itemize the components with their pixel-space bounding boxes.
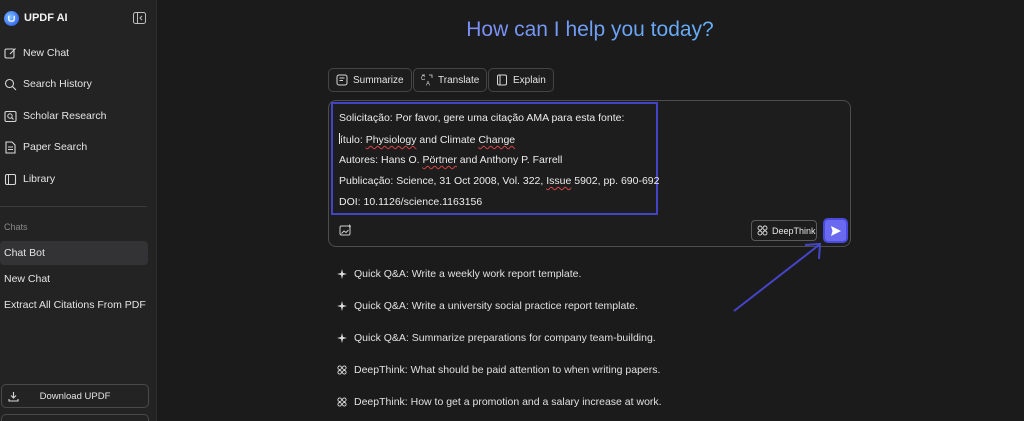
updf-logo-icon — [4, 10, 19, 26]
sidebar: UPDF AI New Chat Search History Scholar … — [0, 0, 157, 421]
sparkle-icon — [337, 301, 347, 311]
nav-label: Search History — [23, 78, 92, 90]
prompt-line-request: Solicitação: Por favor, gere uma citação… — [339, 112, 625, 124]
library-icon — [4, 173, 17, 185]
suggestion-deepthink[interactable]: DeepThink: What should be paid attention… — [337, 361, 660, 379]
scholar-icon — [4, 110, 17, 122]
summarize-icon — [336, 74, 348, 86]
suggestion-quick-qa[interactable]: Quick Q&A: Write a weekly work report te… — [337, 265, 581, 283]
new-chat-icon — [4, 47, 16, 59]
explain-label: Explain — [513, 74, 546, 86]
summarize-button[interactable]: Summarize — [328, 68, 412, 92]
image-upload-icon[interactable] — [339, 224, 352, 237]
deepthink-icon — [337, 397, 347, 407]
explain-button[interactable]: Explain — [488, 68, 554, 92]
suggestion-quick-qa[interactable]: Quick Q&A: Write a university social pra… — [337, 297, 638, 315]
prompt-line-authors: Autores: Hans O. Pörtner and Anthony P. … — [339, 154, 563, 166]
download-updf-button[interactable]: Download UPDF — [1, 384, 149, 408]
deepthink-label: DeepThink — [772, 225, 816, 236]
explain-icon — [497, 74, 507, 86]
send-icon — [830, 225, 841, 236]
sidebar-bottom-button[interactable] — [1, 414, 149, 421]
sparkle-icon — [337, 333, 347, 343]
nav-label: Library — [23, 173, 56, 185]
nav-label: Scholar Research — [23, 110, 107, 122]
translate-icon: CA — [421, 74, 433, 86]
prompt-line-doi: DOI: 10.1126/science.1163156 — [339, 196, 483, 208]
page-title: How can I help you today? — [330, 18, 850, 42]
collapse-sidebar-icon[interactable] — [133, 12, 146, 24]
annotation-arrow-icon — [733, 242, 822, 312]
sidebar-divider — [0, 206, 147, 207]
sparkle-icon — [337, 269, 347, 279]
chat-item[interactable]: Extract All Citations From PDF — [0, 293, 148, 317]
nav-label: Paper Search — [23, 141, 88, 153]
prompt-line-title: ítulo: Physiology and Climate Change — [339, 133, 516, 146]
summarize-label: Summarize — [353, 74, 404, 86]
chat-item[interactable]: New Chat — [0, 267, 148, 291]
brand-name: UPDF AI — [24, 12, 68, 24]
nav-label: New Chat — [23, 47, 70, 59]
download-icon — [8, 392, 19, 402]
nav-paper-search[interactable]: Paper Search — [4, 137, 87, 157]
deepthink-icon — [757, 225, 768, 236]
suggestion-deepthink[interactable]: DeepThink: How to get a promotion and a … — [337, 393, 662, 411]
translate-label: Translate — [438, 74, 480, 86]
paper-icon — [5, 140, 16, 154]
deepthink-icon — [337, 365, 347, 375]
brand: UPDF AI — [4, 9, 68, 27]
nav-new-chat[interactable]: New Chat — [4, 43, 69, 63]
suggestion-quick-qa[interactable]: Quick Q&A: Summarize preparations for co… — [337, 329, 656, 347]
chat-item[interactable]: Chat Bot — [0, 241, 148, 265]
prompt-line-publication: Publicação: Science, 31 Oct 2008, Vol. 3… — [339, 175, 660, 187]
send-button[interactable] — [823, 218, 848, 243]
nav-search-history[interactable]: Search History — [4, 74, 92, 94]
download-label: Download UPDF — [39, 390, 111, 402]
chats-section-label: Chats — [4, 222, 28, 232]
search-icon — [4, 78, 17, 90]
deepthink-toggle-button[interactable]: DeepThink — [751, 220, 817, 241]
svg-text:A: A — [426, 82, 430, 87]
nav-library[interactable]: Library — [4, 169, 55, 189]
translate-button[interactable]: CA Translate — [413, 68, 488, 92]
nav-scholar-research[interactable]: Scholar Research — [4, 106, 106, 126]
